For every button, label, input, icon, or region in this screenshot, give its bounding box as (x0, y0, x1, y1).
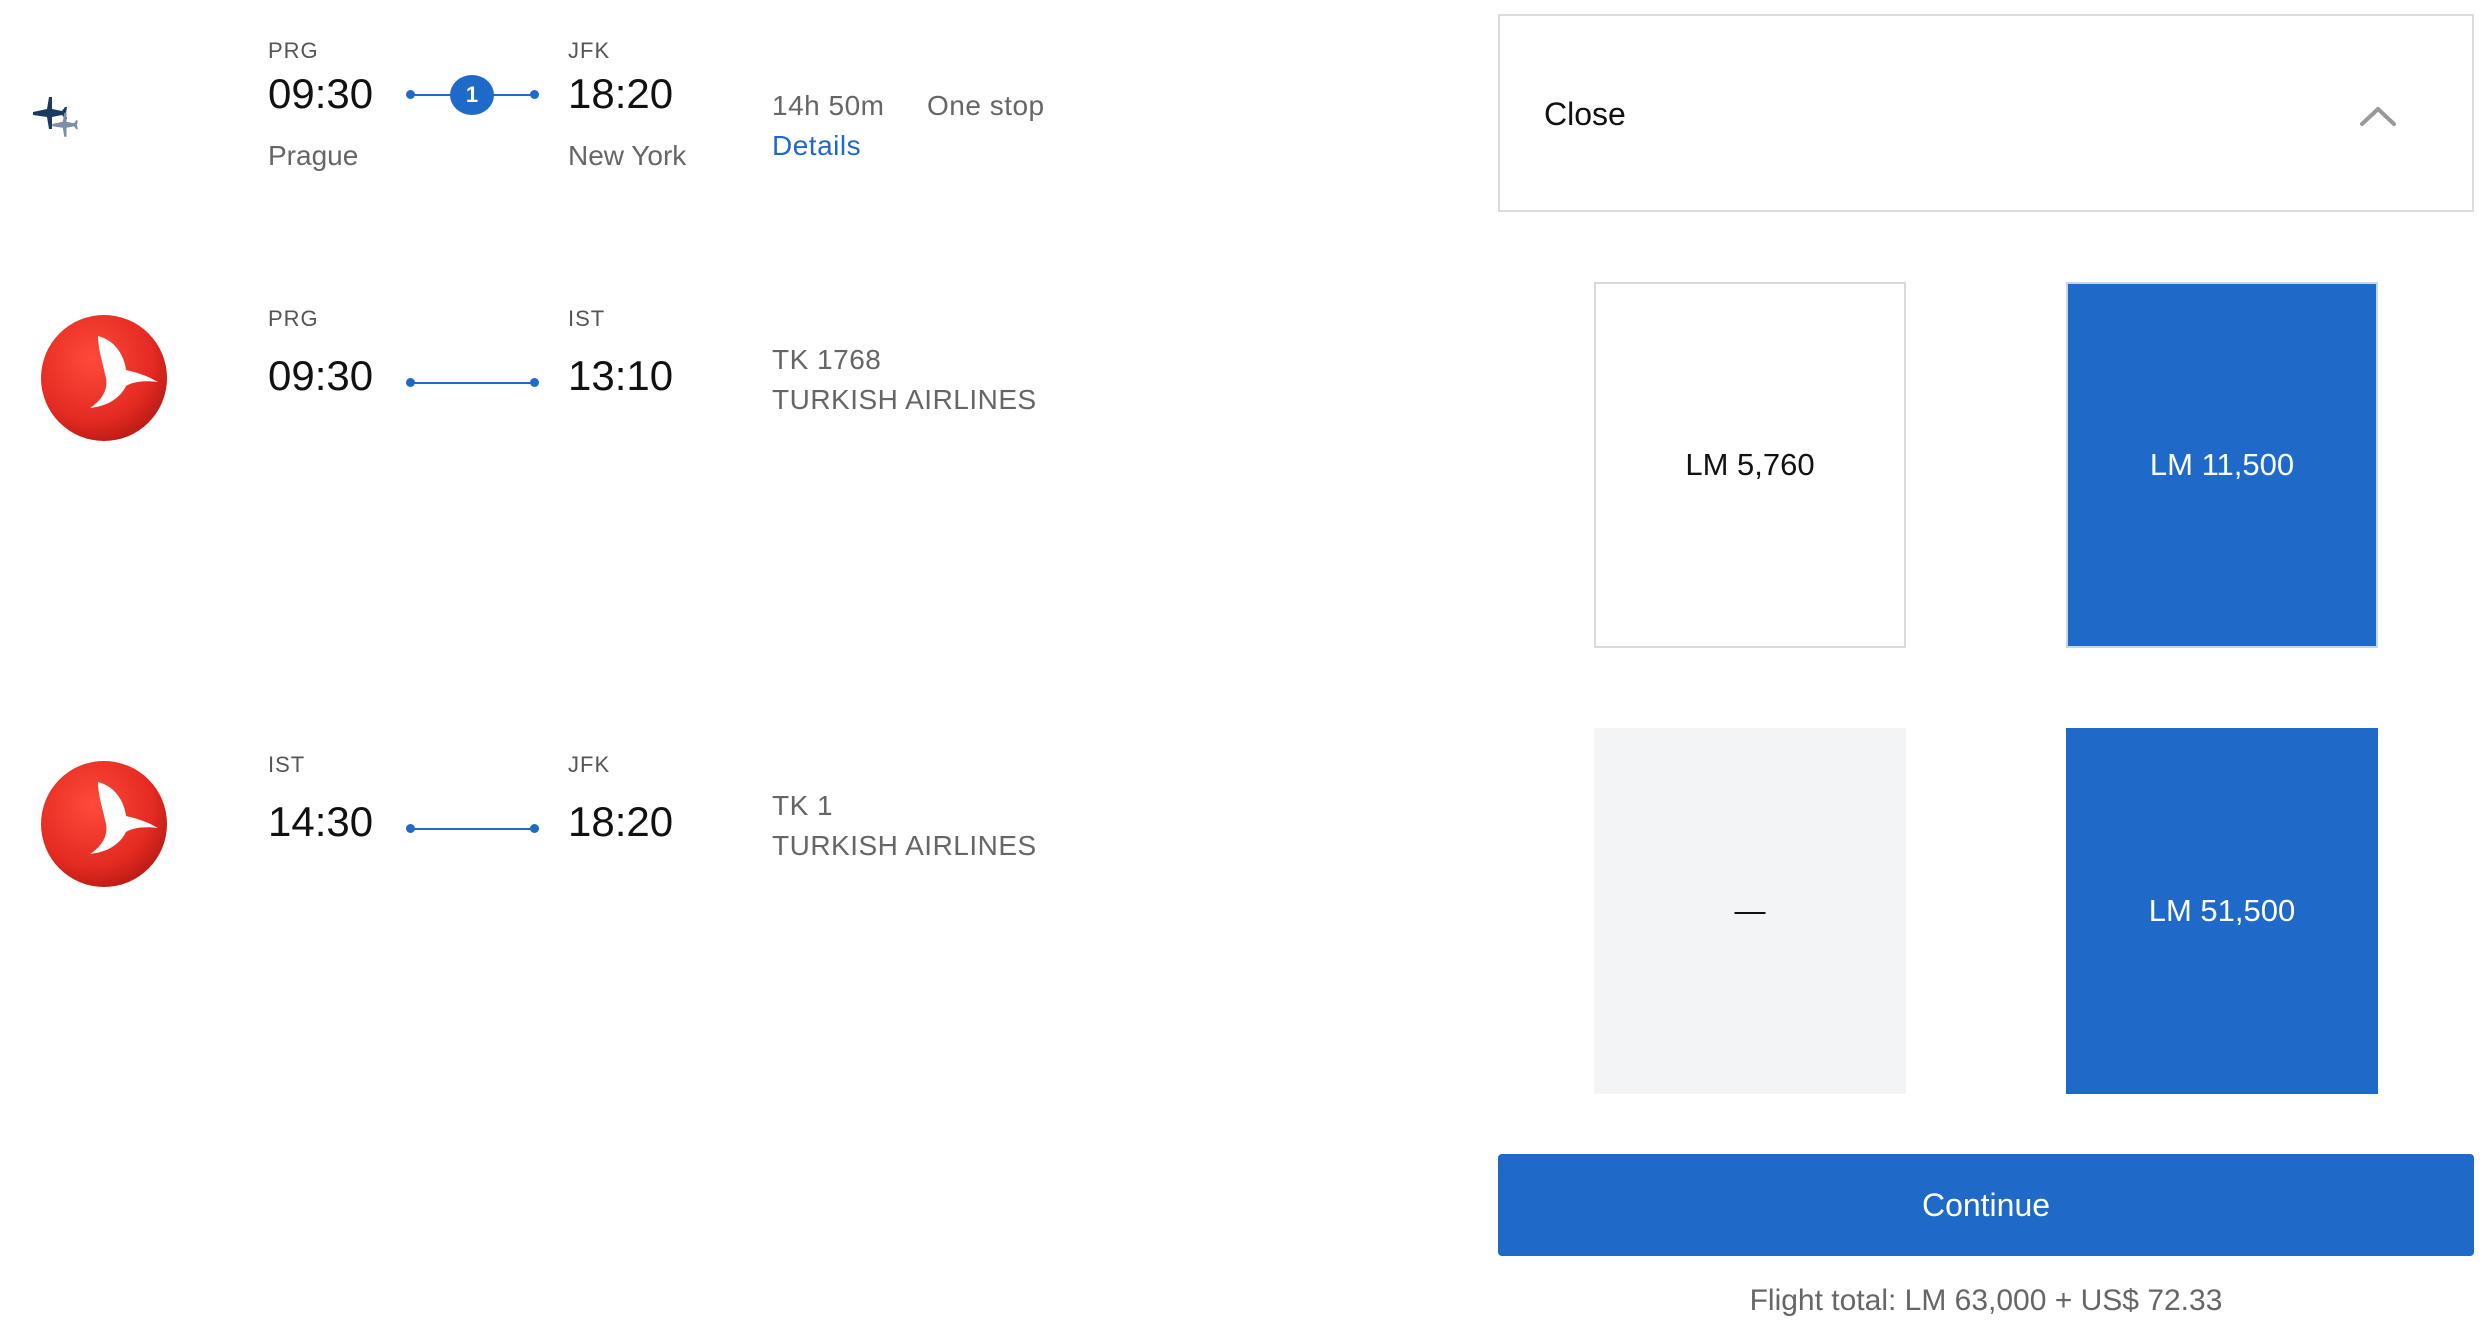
segment-arrival-time: 13:10 (568, 352, 674, 399)
fare-option-segment2-economy-unavailable: — (1594, 728, 1906, 1094)
segment-line (410, 382, 538, 384)
chevron-up-icon (2360, 107, 2396, 126)
departure-time: 09:30 (268, 70, 374, 117)
segment-arrival-time: 18:20 (568, 798, 674, 845)
stops-badge: 1 (450, 75, 494, 115)
turkish-airlines-logo (41, 761, 167, 887)
flight-number: TK 1 (772, 790, 834, 821)
destination-code: JFK (568, 38, 611, 63)
segment-destination-code: JFK (568, 752, 611, 777)
stops-label: One stop (927, 90, 1045, 121)
destination-city: New York (568, 140, 687, 171)
segment-origin-code: PRG (268, 306, 319, 331)
route-end-dot (530, 90, 539, 99)
segment-line (410, 828, 538, 830)
fare-option-segment1-economy[interactable]: LM 5,760 (1594, 282, 1906, 648)
airline-name: TURKISH AIRLINES (772, 830, 1037, 861)
arrival-time: 18:20 (568, 70, 674, 117)
segment-origin-code: IST (268, 752, 306, 777)
connecting-flights-icon (33, 97, 78, 137)
close-details-toggle[interactable]: Close (1498, 14, 2474, 212)
origin-code: PRG (268, 38, 319, 63)
flight-duration: 14h 50m (772, 90, 885, 121)
flight-number: TK 1768 (772, 344, 882, 375)
continue-button[interactable]: Continue (1498, 1154, 2474, 1256)
flight-total: Flight total: LM 63,000 + US$ 72.33 (1749, 1284, 2223, 1317)
segment-departure-time: 09:30 (268, 352, 374, 399)
close-label: Close (1544, 96, 1626, 132)
segment-end-dot (530, 824, 539, 833)
details-link[interactable]: Details (772, 130, 861, 162)
segment-destination-code: IST (568, 306, 606, 331)
turkish-airlines-logo (41, 315, 167, 441)
airline-name: TURKISH AIRLINES (772, 384, 1037, 415)
origin-city: Prague (268, 140, 359, 171)
fare-option-segment1-business[interactable]: LM 11,500 (2066, 282, 2378, 648)
segment-end-dot (530, 378, 539, 387)
fare-option-segment2-business[interactable]: LM 51,500 (2066, 728, 2378, 1094)
segment-departure-time: 14:30 (268, 798, 374, 845)
